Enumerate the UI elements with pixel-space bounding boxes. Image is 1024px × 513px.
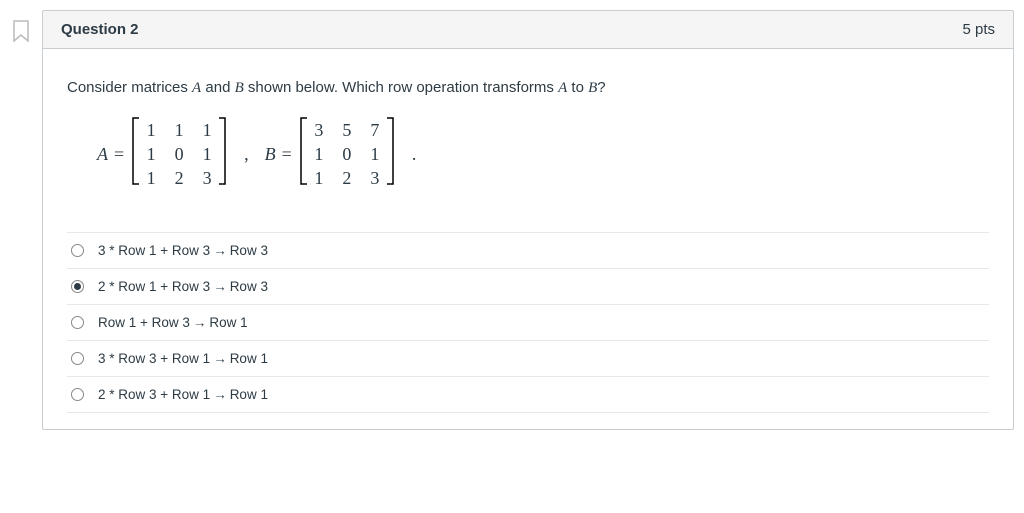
radio-icon[interactable] (71, 280, 84, 293)
question-points: 5 pts (962, 21, 995, 38)
matrix-A: 111 101 123 (132, 117, 226, 192)
question-stem: Consider matrices A and B shown below. W… (67, 77, 989, 99)
answer-option[interactable]: 3 * Row 1 + Row 3→Row 3 (67, 232, 989, 268)
answer-option[interactable]: 2 * Row 1 + Row 3→Row 3 (67, 268, 989, 304)
answer-list: 3 * Row 1 + Row 3→Row 3 2 * Row 1 + Row … (67, 232, 989, 413)
radio-icon[interactable] (71, 316, 84, 329)
left-bracket-icon (132, 117, 140, 185)
left-bracket-icon (300, 117, 308, 185)
question-title: Question 2 (61, 21, 139, 38)
radio-icon[interactable] (71, 244, 84, 257)
right-bracket-icon (386, 117, 394, 185)
matrices-display: A = 111 101 123 , B = 357 101 123 (97, 117, 989, 192)
bookmark-column (0, 10, 42, 42)
question-box: Question 2 5 pts Consider matrices A and… (42, 10, 1014, 430)
question-body: Consider matrices A and B shown below. W… (43, 49, 1013, 429)
answer-option[interactable]: 2 * Row 3 + Row 1→Row 1 (67, 376, 989, 413)
answer-option[interactable]: 3 * Row 3 + Row 1→Row 1 (67, 340, 989, 376)
bookmark-icon[interactable] (12, 20, 30, 42)
answer-option[interactable]: Row 1 + Row 3→Row 1 (67, 304, 989, 340)
matrix-B: 357 101 123 (300, 117, 394, 192)
radio-icon[interactable] (71, 388, 84, 401)
question-header: Question 2 5 pts (43, 11, 1013, 49)
right-bracket-icon (218, 117, 226, 185)
radio-icon[interactable] (71, 352, 84, 365)
